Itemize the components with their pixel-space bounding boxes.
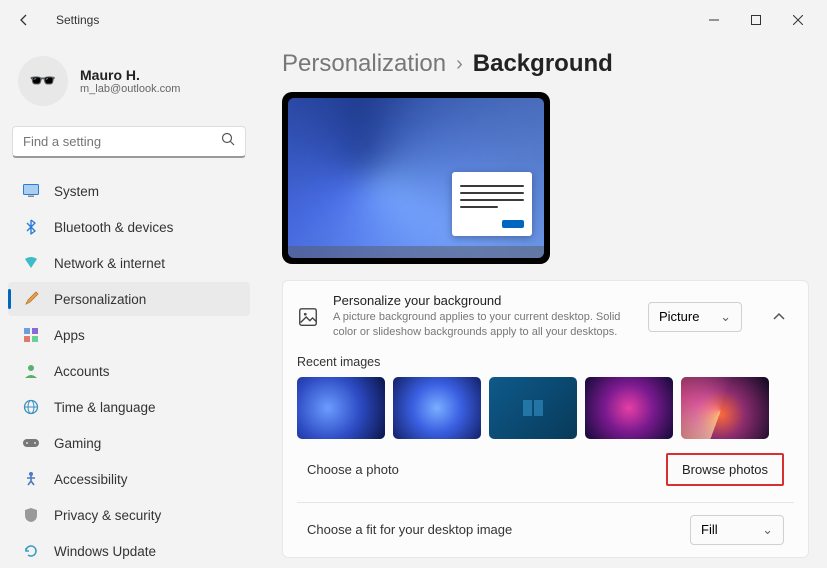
user-email: m_lab@outlook.com xyxy=(80,83,180,95)
chevron-down-icon: ⌄ xyxy=(762,522,773,538)
nav-item-privacy[interactable]: Privacy & security xyxy=(8,498,250,532)
globe-icon xyxy=(22,398,40,416)
breadcrumb-parent[interactable]: Personalization xyxy=(282,50,446,78)
search-icon xyxy=(221,132,235,151)
card-title: Personalize your background xyxy=(333,293,634,308)
nav-label: Windows Update xyxy=(54,544,156,559)
back-button[interactable] xyxy=(8,4,40,36)
close-button[interactable] xyxy=(777,4,819,36)
nav-item-apps[interactable]: Apps xyxy=(8,318,250,352)
fit-select[interactable]: Fill ⌄ xyxy=(690,515,784,545)
apps-icon xyxy=(22,326,40,344)
maximize-icon xyxy=(751,15,761,25)
choose-fit-label: Choose a fit for your desktop image xyxy=(307,522,690,537)
choose-photo-row: Choose a photo Browse photos xyxy=(297,439,794,490)
recent-images-grid xyxy=(297,377,794,439)
nav-item-personalization[interactable]: Personalization xyxy=(8,282,250,316)
sidebar: 🕶️ Mauro H. m_lab@outlook.com System Blu… xyxy=(0,40,258,558)
person-icon xyxy=(22,362,40,380)
content-area: Personalization › Background Personalize… xyxy=(258,40,827,558)
browse-photos-button[interactable]: Browse photos xyxy=(666,453,784,486)
maximize-button[interactable] xyxy=(735,4,777,36)
collapse-button[interactable] xyxy=(764,302,794,332)
user-name: Mauro H. xyxy=(80,67,180,83)
nav-label: System xyxy=(54,184,99,199)
nav-item-accounts[interactable]: Accounts xyxy=(8,354,250,388)
image-icon xyxy=(297,306,319,328)
preview-window-mock xyxy=(452,172,532,236)
nav-label: Gaming xyxy=(54,436,101,451)
wifi-icon xyxy=(22,254,40,272)
main-layout: 🕶️ Mauro H. m_lab@outlook.com System Blu… xyxy=(0,40,827,558)
chevron-right-icon: › xyxy=(456,53,463,76)
minimize-icon xyxy=(709,15,719,25)
search-box[interactable] xyxy=(12,126,246,158)
background-preview xyxy=(282,92,550,264)
recent-image-thumb[interactable] xyxy=(297,377,385,439)
nav-label: Time & language xyxy=(54,400,156,415)
nav-item-system[interactable]: System xyxy=(8,174,250,208)
nav-label: Personalization xyxy=(54,292,146,307)
nav-item-windows-update[interactable]: Windows Update xyxy=(8,534,250,568)
chevron-down-icon: ⌄ xyxy=(720,309,731,325)
accessibility-icon xyxy=(22,470,40,488)
paintbrush-icon xyxy=(22,290,40,308)
bluetooth-icon xyxy=(22,218,40,236)
recent-image-thumb[interactable] xyxy=(393,377,481,439)
chevron-up-icon xyxy=(772,310,786,324)
display-icon xyxy=(22,182,40,200)
arrow-left-icon xyxy=(16,12,32,28)
nav-label: Bluetooth & devices xyxy=(54,220,173,235)
titlebar: Settings xyxy=(0,0,827,40)
nav-label: Apps xyxy=(54,328,85,343)
nav-label: Network & internet xyxy=(54,256,165,271)
nav-list: System Bluetooth & devices Network & int… xyxy=(8,174,250,568)
recent-images-title: Recent images xyxy=(297,355,794,369)
recent-image-thumb[interactable] xyxy=(489,377,577,439)
gaming-icon xyxy=(22,434,40,452)
nav-item-network[interactable]: Network & internet xyxy=(8,246,250,280)
nav-item-time-language[interactable]: Time & language xyxy=(8,390,250,424)
recent-image-thumb[interactable] xyxy=(585,377,673,439)
nav-label: Accessibility xyxy=(54,472,128,487)
shield-icon xyxy=(22,506,40,524)
nav-item-bluetooth[interactable]: Bluetooth & devices xyxy=(8,210,250,244)
nav-item-accessibility[interactable]: Accessibility xyxy=(8,462,250,496)
background-type-select[interactable]: Picture ⌄ xyxy=(648,302,742,332)
page-title: Background xyxy=(473,50,613,78)
personalize-background-card: Personalize your background A picture ba… xyxy=(282,280,809,558)
search-input[interactable] xyxy=(23,134,221,149)
window-controls xyxy=(693,4,819,36)
breadcrumb: Personalization › Background xyxy=(282,50,809,78)
nav-label: Accounts xyxy=(54,364,110,379)
recent-images-section: Recent images xyxy=(297,355,794,439)
choose-fit-row: Choose a fit for your desktop image Fill… xyxy=(297,503,794,545)
card-description: A picture background applies to your cur… xyxy=(333,310,634,341)
minimize-button[interactable] xyxy=(693,4,735,36)
close-icon xyxy=(793,15,803,25)
nav-label: Privacy & security xyxy=(54,508,161,523)
choose-photo-label: Choose a photo xyxy=(307,462,666,477)
recent-image-thumb[interactable] xyxy=(681,377,769,439)
avatar: 🕶️ xyxy=(18,56,68,106)
window-title: Settings xyxy=(56,13,99,27)
user-card[interactable]: 🕶️ Mauro H. m_lab@outlook.com xyxy=(8,48,250,122)
update-icon xyxy=(22,542,40,560)
nav-item-gaming[interactable]: Gaming xyxy=(8,426,250,460)
